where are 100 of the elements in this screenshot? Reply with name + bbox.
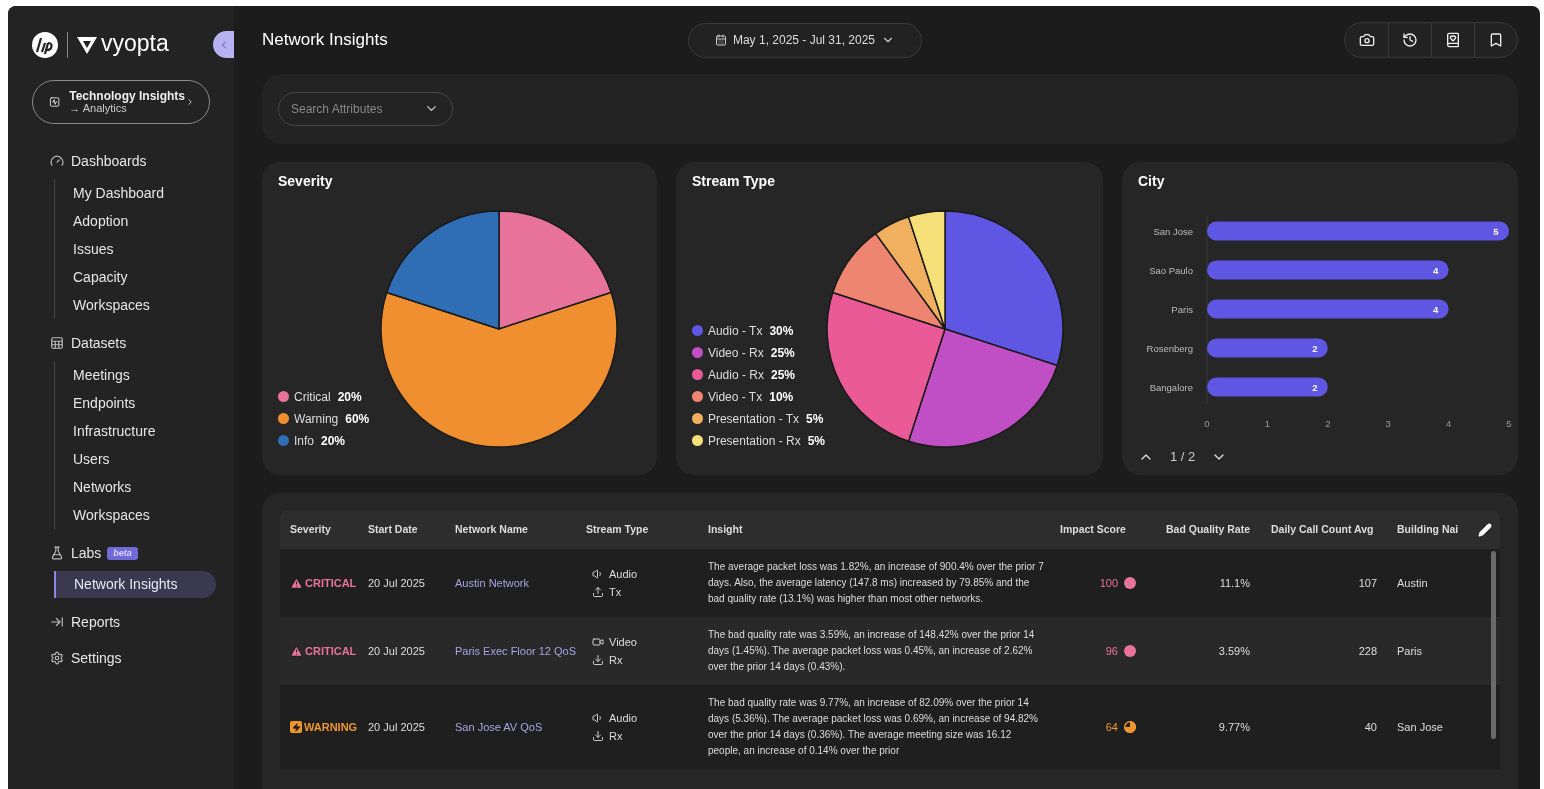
bar-value: 2: [1312, 342, 1318, 354]
column-header[interactable]: Network Name: [455, 522, 586, 538]
history-icon: [1402, 32, 1418, 48]
table-cell-text: 9.77%: [1217, 719, 1251, 735]
upload-icon: [592, 585, 604, 598]
table-icon: [50, 336, 64, 350]
column-header[interactable]: Impact Score: [1057, 522, 1162, 538]
hp-logo-icon: [31, 30, 59, 59]
edit-icon[interactable]: [1478, 523, 1492, 537]
nav-item[interactable]: Workspaces: [55, 291, 216, 319]
nav-item[interactable]: Meetings: [55, 361, 216, 389]
legend-value: 25%: [770, 366, 795, 384]
context-subtitle: → Analytics: [69, 102, 127, 114]
page-title: Network Insights: [262, 29, 389, 52]
insight-text: The average packet loss was 1.82%, an increase of 900.4% over the prior 7 days. Also, the average latency (147.8 ms) increased by 79.85% and the bad quality rate (13.1%) was higher than most other networks.: [708, 560, 1045, 606]
nav-item[interactable]: Endpoints: [55, 389, 216, 417]
context-title: Technology Insights: [69, 90, 185, 102]
stream-media: Audio: [609, 567, 638, 582]
chart-title: Stream Type: [690, 172, 776, 191]
table-cell-text: 20 Jul 2025: [368, 719, 426, 735]
stream-direction: Rx: [609, 728, 623, 744]
warning-triangle-icon: [290, 644, 303, 658]
calendar-icon: [714, 34, 727, 46]
column-header[interactable]: Bad Quality Rate: [1162, 522, 1271, 538]
legend-value: 5%: [807, 432, 825, 450]
nav-item[interactable]: Network Insights: [54, 571, 216, 598]
camera-icon: [1358, 32, 1375, 48]
table-cell-text: 3.59%: [1217, 643, 1251, 659]
legend-label: Presentation - Tx: [707, 410, 800, 428]
table-cell-text: Austin: [1397, 575, 1429, 591]
chart-title: City: [1137, 172, 1166, 191]
nav-section[interactable]: Datasets: [71, 332, 127, 354]
column-header[interactable]: Building Nai: [1397, 522, 1463, 538]
nav-item[interactable]: Workspaces: [55, 501, 216, 529]
flask-icon: [50, 546, 64, 560]
table-cell-text: 107: [1357, 575, 1378, 591]
table-cell-text: 11.1%: [1218, 575, 1251, 591]
nav-item[interactable]: My Dashboard: [55, 179, 216, 207]
tick-label: 5: [1506, 418, 1512, 429]
bookmark-icon: [1488, 32, 1504, 48]
column-header[interactable]: Stream Type: [586, 522, 708, 538]
book-heart-icon: [1445, 32, 1461, 48]
legend-label: Video - Tx: [707, 388, 763, 406]
stream-media: Audio: [609, 711, 638, 726]
collapse-button[interactable]: [213, 31, 234, 58]
legend-value: 60%: [345, 410, 370, 428]
table-cell-text: San Jose: [1397, 719, 1444, 735]
nav-section[interactable]: Labs: [71, 542, 102, 564]
table-cell-text: 228: [1357, 643, 1378, 659]
insight-text: The bad quality rate was 3.59%, an increase of 148.42% over the prior 14 days (1.45%). The average packet loss was 0.45%, an increase of 2.62% over the prior 14 days (0.43%).: [708, 628, 1036, 674]
network-link[interactable]: Austin Network: [455, 574, 586, 592]
nav-section[interactable]: Dashboards: [71, 150, 147, 172]
column-header[interactable]: Insight: [708, 522, 1057, 538]
table-cell-text: Paris: [1397, 643, 1424, 659]
legend-label: Video - Rx: [707, 344, 764, 362]
warning-triangle-icon: [290, 576, 303, 590]
legend-value: 10%: [769, 388, 794, 406]
column-header[interactable]: Start Date: [368, 522, 455, 538]
nav-section[interactable]: Reports: [71, 611, 121, 633]
legend-label: Info: [294, 432, 314, 450]
axis-label: Sao Paulo: [1149, 264, 1193, 276]
bar-value: 4: [1432, 264, 1439, 276]
page-indicator: 1 / 2: [1170, 448, 1196, 466]
impact-score: 100: [1099, 575, 1118, 591]
column-header[interactable]: Daily Call Count Avg: [1271, 522, 1397, 538]
stream-direction: Tx: [609, 584, 622, 600]
impact-dot-icon: [1124, 645, 1136, 657]
severity-label: CRITICAL: [305, 643, 357, 659]
network-link[interactable]: Paris Exec Floor 12 QoS: [455, 642, 586, 660]
search-field[interactable]: Search Attributes: [278, 92, 453, 126]
tick-label: 4: [1445, 418, 1452, 429]
column-header[interactable]: Severity: [280, 522, 368, 538]
axis-label: Bangalore: [1149, 381, 1193, 393]
tick-label: 3: [1385, 418, 1391, 429]
nav-section[interactable]: Settings: [71, 647, 122, 669]
legend-value: 20%: [337, 388, 362, 406]
brand-name: vyopta: [101, 31, 169, 58]
speaker-icon: [592, 712, 604, 725]
bar-value: 5: [1493, 225, 1499, 237]
nav-item[interactable]: Issues: [55, 235, 216, 263]
beta-badge: beta: [107, 546, 138, 560]
legend-label: Presentation - Rx: [707, 432, 801, 450]
arrow-into-bracket-icon: [50, 615, 64, 629]
tick-label: 2: [1325, 418, 1331, 429]
severity-label: WARNING: [304, 719, 358, 735]
lightning-icon: [290, 721, 302, 733]
scrollbar[interactable]: [1491, 551, 1496, 739]
nav-item[interactable]: Users: [55, 445, 216, 473]
network-link[interactable]: San Jose AV QoS: [455, 718, 586, 736]
legend-label: Warning: [294, 410, 339, 428]
nav-item[interactable]: Adoption: [55, 207, 216, 235]
severity-label: CRITICAL: [305, 575, 357, 591]
nav-item[interactable]: Capacity: [55, 263, 216, 291]
bar-value: 4: [1432, 303, 1439, 315]
nav-item[interactable]: Networks: [55, 473, 216, 501]
axis-label: Rosenberg: [1146, 342, 1193, 354]
stream-media: Video: [609, 635, 637, 650]
legend-label: Audio - Tx: [707, 322, 763, 340]
nav-item[interactable]: Infrastructure: [55, 417, 216, 445]
date-range-button[interactable]: May 1, 2025 - Jul 31, 2025: [688, 22, 922, 58]
